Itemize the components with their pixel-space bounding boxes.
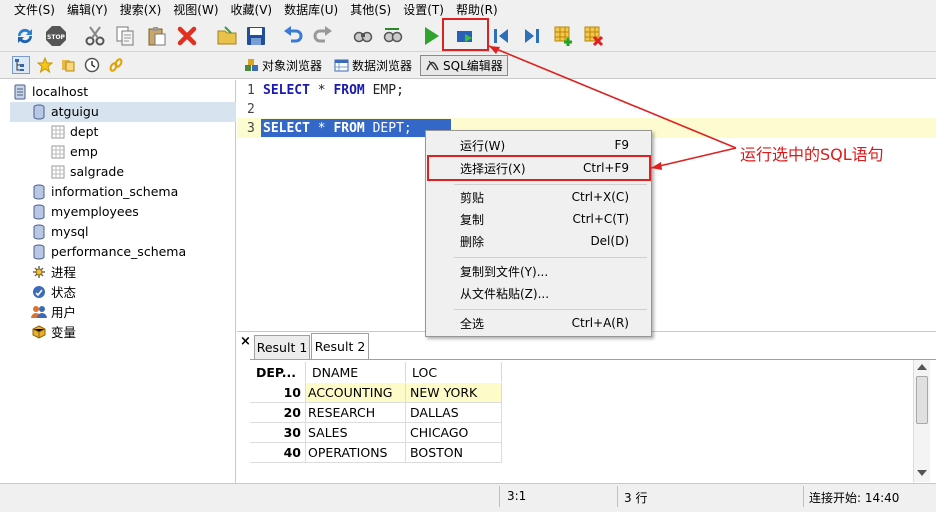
annotation-arrowhead <box>651 162 662 170</box>
annotation-arrow-line <box>488 45 737 149</box>
status-divider <box>803 486 804 507</box>
status-divider <box>617 486 618 507</box>
status-row-count: 3 行 <box>624 491 648 505</box>
status-cursor-position: 3:1 <box>507 489 527 503</box>
status-connect-time: 连接开始: 14:40 <box>809 491 900 505</box>
annotation-text: 运行选中的SQL语句 <box>740 145 884 164</box>
annotation-arrows <box>488 45 737 170</box>
annotation-arrow-line <box>650 147 737 169</box>
status-divider <box>499 486 500 507</box>
status-bar: 3:1 3 行 连接开始: 14:40 <box>0 483 936 512</box>
